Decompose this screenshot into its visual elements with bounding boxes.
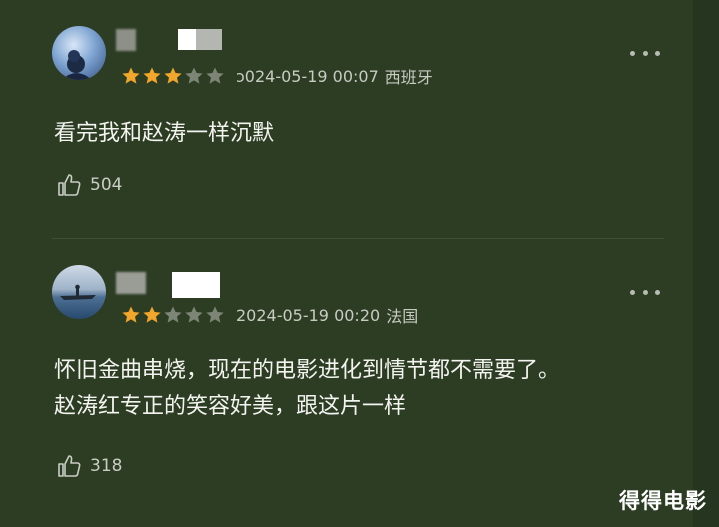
- comment-date: 2024-05-19 00:20: [236, 305, 381, 325]
- comment-text-line: 怀旧金曲串烧，现在的电影进化到情节都不需要了。: [54, 358, 561, 383]
- comment-meta: 2024-05-19 00:20 法国: [121, 305, 419, 326]
- comment-text: 怀旧金曲串烧，现在的电影进化到情节都不需要了。 赵涛红专正的笑容好美，跟这片一样: [54, 353, 674, 425]
- thumbs-up-icon: [58, 174, 81, 196]
- comment-card: 2024-05-19 00:20 法国 怀旧金曲串烧，现在的电影进化到情节都不需…: [0, 240, 693, 527]
- more-options-icon[interactable]: [630, 46, 660, 60]
- more-options-icon[interactable]: [630, 285, 660, 299]
- like-count: 504: [90, 175, 123, 195]
- star-filled-icon: [121, 66, 141, 86]
- star-empty-icon: [205, 66, 225, 86]
- star-filled-icon: [163, 66, 183, 86]
- comment-card: ɔ024-05-19 00:07 西班牙 看完我和赵涛一样沉默 504: [0, 0, 693, 238]
- star-rating: [121, 305, 226, 325]
- star-empty-icon: [205, 305, 225, 325]
- comment-location: 西班牙: [384, 68, 433, 87]
- right-edge-panel: [693, 0, 719, 527]
- avatar[interactable]: [52, 26, 106, 80]
- star-empty-icon: [184, 66, 204, 86]
- like-button[interactable]: 318: [56, 453, 122, 479]
- avatar[interactable]: [52, 265, 106, 319]
- comment-meta: ɔ024-05-19 00:07 西班牙: [121, 66, 433, 87]
- star-rating: [121, 66, 226, 86]
- comment-location: 法国: [386, 307, 419, 326]
- star-empty-icon: [163, 305, 183, 325]
- comment-date: ɔ024-05-19 00:07: [236, 66, 379, 86]
- star-empty-icon: [184, 305, 204, 325]
- thumbs-up-icon: [58, 455, 81, 477]
- star-filled-icon: [121, 305, 141, 325]
- watermark: 得得电影: [619, 489, 707, 513]
- star-filled-icon: [142, 305, 162, 325]
- divider: [52, 238, 664, 239]
- like-count: 318: [90, 456, 123, 476]
- like-button[interactable]: 504: [56, 172, 122, 198]
- star-filled-icon: [142, 66, 162, 86]
- comment-text: 看完我和赵涛一样沉默: [54, 121, 275, 146]
- comment-text-line: 赵涛红专正的笑容好美，跟这片一样: [54, 394, 407, 419]
